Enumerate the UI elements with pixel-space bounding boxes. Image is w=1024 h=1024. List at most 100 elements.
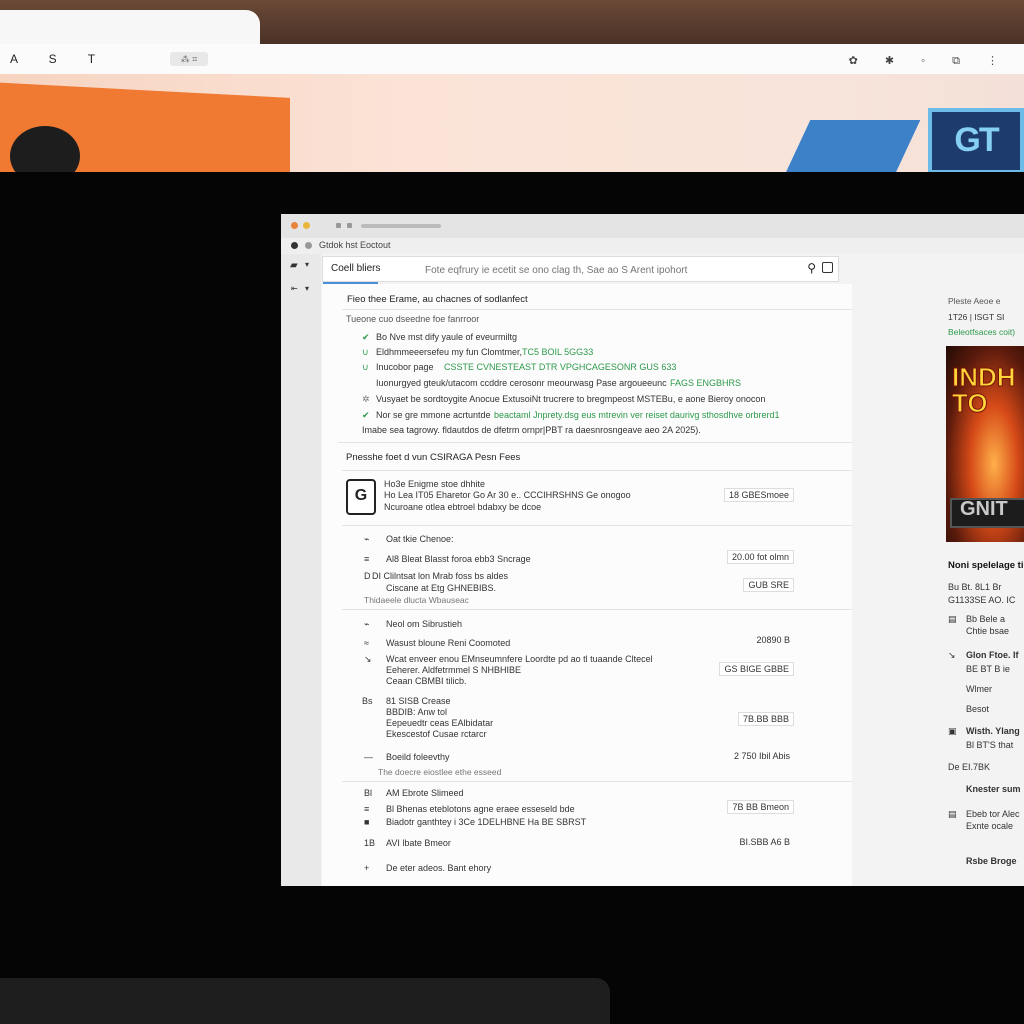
group-row[interactable]: Al8 Bleat Blasst foroa ebb3 Sncrage [386,554,531,564]
group-row[interactable]: AVI lbate Bmeor [386,838,451,848]
row-icon: D [364,571,371,581]
group-header: Oat tkie Chenoe: [386,534,454,544]
panel-item: De EI.7BK [948,762,991,772]
app-logo[interactable]: G [346,479,376,515]
row-value: GS BIGE GBBE [719,662,794,676]
poster-title: INDH TO [952,362,1017,418]
page-banner: GT [0,74,1024,172]
panel-item: BE BT B ie [966,664,1010,674]
taskbar [0,978,610,1024]
back-icon[interactable]: ⇤ [291,284,298,293]
list-item-highlight: beactaml Jnprety.dsg eus mtrevin ver rei… [494,410,780,420]
check-icon[interactable]: ✔ [362,410,370,421]
extension-button[interactable]: ⁂ ⌗ [170,52,208,66]
group-row[interactable]: DI Clilntsat lon Mrab foss bs aldes [372,571,508,581]
group-footer: Thidaeele dlucta Wbauseac [364,595,469,605]
panel-item: Besot [966,704,990,714]
divider [342,309,852,310]
search-scope-label[interactable]: Coell bliers [331,263,380,274]
outer-toolbar-icons[interactable]: ✿ ✱ ◦ ⧉ ⋮ [849,54,1010,68]
check-icon[interactable]: ✔ [362,332,370,343]
group-row[interactable]: Boeild foleevthy [386,752,450,762]
row-value: 7B BB Bmeon [727,800,794,814]
row-icon: ≈ [364,638,369,648]
check-icon[interactable]: ∪ [362,347,369,358]
inner-tab-title[interactable]: Gtdok hst Eoctout [319,240,391,250]
row-value: 7B.BB BBB [737,712,794,726]
group-footer: The doecre eiostlee ethe esseed [378,767,502,777]
group-row-detail: Ekescestof Cusae rctarcr [386,729,487,739]
game-poster-image[interactable]: INDH TO GNIT [946,346,1024,542]
row-value: 20890 B [756,635,790,645]
section-subtitle: Tueone cuo dseedne foe fanrroor [346,314,480,324]
panel-item[interactable]: Knester sum [966,784,1021,794]
banner-logo: GT [928,108,1024,172]
panel-heading: Noni spelelage ti [948,560,1024,571]
list-item: Vusyaet be sordtoygite Anocue ExtusoiNt … [376,394,766,404]
group-row[interactable]: Bl Bhenas eteblotons agne eraee esseseld… [386,804,575,814]
right-panel: Pleste Aeoe e 1T26 | ISGT SI Beleotfsace… [946,294,1024,886]
divider [342,781,852,782]
panel-line[interactable]: Beleotfsaces coit) [948,327,1015,337]
doc-icon: ▣ [948,726,957,736]
nav-icon[interactable] [347,223,352,228]
row-icon: + [364,863,370,873]
group-row-detail: Ciscane at Etg GHNEBIBS. [386,583,497,593]
section-title: Fieo thee Erame, au chacnes of sodlanfec… [347,294,528,305]
panel-item: Wlmer [966,684,992,694]
panel-line: 1T26 | ISGT SI [948,312,1005,322]
row-icon: Bl [364,788,373,798]
group-row[interactable]: De eter adeos. Bant ehory [386,863,491,873]
list-item: Eldhmmeeersefeu my fun Clomtmer, [376,347,523,357]
star-icon[interactable]: ✲ [362,394,370,405]
app-description: Ho Lea IT05 Eharetor Go Ar 30 e.. CCCIHR… [384,490,631,500]
group-row[interactable]: Wasust bloune Reni Coomoted [386,638,510,648]
list-item: Iuonurgyed gteuk/utacom ccddre cerosonr … [376,378,667,388]
panel-item[interactable]: Glon Ftoe. If [966,650,1019,660]
panel-item: Bl BT'S that [966,740,1014,750]
row-icon: 1B [364,838,376,848]
tab-favicon-icon [291,242,298,249]
window-dot-icon[interactable] [303,222,310,229]
group-row[interactable]: AM Ebrote Slimeed [386,788,464,798]
folder-icon[interactable]: ▰ [290,260,298,271]
group-row[interactable]: 81 SISB Crease [386,696,451,706]
search-icon[interactable]: ⚲ [807,261,816,275]
panel-text: G1133SE AO. IC [948,595,1016,605]
poster-band-text: GNIT [960,498,1008,520]
app-size-value: 18 GBESmoee [723,488,794,502]
panel-item[interactable]: Wisth. Ylang [966,726,1020,736]
sync-icon: ⌁ [364,619,370,629]
list-item: Imabe sea tagrowy. fldautdos de dfetrm o… [362,425,701,435]
doc-icon: ▤ [948,614,957,624]
row-icon: ≡ [364,804,370,814]
main-content: Fieo thee Erame, au chacnes of sodlanfec… [322,284,852,886]
row-value: 20.00 fot olmn [726,550,794,564]
search-bar: Coell bliers ⚲ [322,256,839,284]
tab-favicon-icon [305,242,312,249]
list-item: Nor se gre mmone acrtuntde [376,410,491,420]
dropdown-icon[interactable]: ▾ [305,260,309,269]
check-icon[interactable]: ∪ [362,362,369,373]
group-row[interactable]: Wcat enveer enou EMnseumnfere Loordte pd… [386,654,653,664]
app-name[interactable]: Ho3e Enigme stoe dhhite [384,479,485,489]
address-bar[interactable] [361,224,441,228]
window-dot-icon[interactable] [291,222,298,229]
nav-icon[interactable] [336,223,341,228]
panel-item[interactable]: Bb Bele a [966,614,1005,624]
copy-icon[interactable] [822,262,833,273]
app-description: Ncuroane otlea ebtroel bdabxy be dcoe [384,502,542,512]
arrow-icon: ↘ [948,650,956,660]
list-item-highlight: FAGS ENGBHRS [670,378,742,388]
group-header: Neol om Sibrustieh [386,619,463,629]
divider [342,525,852,526]
inner-tab-row: Gtdok hst Eoctout [281,238,1024,254]
group-row-detail: Eepeuedtr ceas EAlbidatar [386,718,494,728]
dropdown-icon[interactable]: ▾ [305,284,309,293]
panel-item[interactable]: Rsbe Broge [966,856,1017,866]
search-input[interactable] [423,260,797,280]
panel-item: Chtie bsae [966,626,1010,636]
group-row[interactable]: Biadotr ganthtey i 3Ce 1DELHBNE Ha BE SB… [386,817,586,827]
outer-toolbar-letters[interactable]: A S T [10,52,109,66]
group-row-detail: BBDIB: Anw tol [386,707,448,717]
